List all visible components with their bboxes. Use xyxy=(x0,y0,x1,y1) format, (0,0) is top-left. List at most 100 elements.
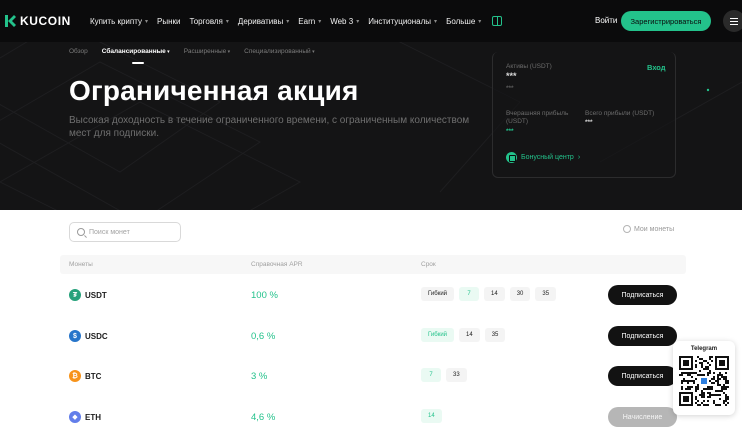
subscribe-button[interactable]: Подписаться xyxy=(608,326,677,346)
top-navigation: KUCOIN Купить крипту ▾ Рынки Торговля ▾ Дерив… xyxy=(0,0,742,42)
bonus-center-icon xyxy=(506,152,517,163)
ethereum-icon: ◆ xyxy=(69,411,81,423)
tether-icon: ₮ xyxy=(69,289,81,301)
usdc-icon: $ xyxy=(69,330,81,342)
term-chip[interactable]: Гибкий xyxy=(421,328,455,342)
coin-cell: ◆ ETH xyxy=(69,411,101,423)
term-chip[interactable]: Гибкий xyxy=(421,287,455,301)
bonus-center-link[interactable]: Бонусный центр › xyxy=(506,152,580,163)
menu-icon[interactable] xyxy=(723,10,742,32)
term-options: 14 xyxy=(421,409,447,423)
coin-name: BTC xyxy=(85,371,102,381)
nav-item-label: Купить крипту xyxy=(89,16,142,26)
coin-cell: $ USDC xyxy=(69,330,108,342)
nav-item-label: Web 3 xyxy=(330,16,354,26)
subscribe-button[interactable]: Подписаться xyxy=(608,366,677,386)
term-options: Гибкий 14 35 xyxy=(421,328,510,342)
hero-description: Высокая доходность в течение ограниченно… xyxy=(69,115,470,139)
coin-name: USDC xyxy=(85,331,108,341)
term-options: 7 33 xyxy=(421,368,472,382)
bonus-center-label: Бонусный центр xyxy=(521,154,574,161)
assets-card: Активы (USDT) *** *** Вход Вчерашняя при… xyxy=(492,52,676,178)
tab-item[interactable]: Специализированный ▾ xyxy=(244,48,314,55)
coin-search[interactable] xyxy=(69,222,181,242)
yesterday-profit-label: Вчерашняя прибыль (USDT) xyxy=(506,110,569,125)
coin-cell: ₿ BTC xyxy=(69,370,101,382)
card-login-link[interactable]: Вход xyxy=(647,63,666,72)
hero-banner: Обзор Сбалансированные ▾ Расширенные ▾ Спец… xyxy=(0,42,742,210)
chevron-down-icon: ▾ xyxy=(226,49,231,55)
table-header: Монеты Справочная APR Срок xyxy=(60,255,686,274)
nav-item[interactable]: Web 3 ▾ xyxy=(330,17,359,26)
table-row[interactable]: ₮ USDT 100 % Гибкий 7 14 30 35 Подписаться xyxy=(60,275,686,315)
apr-value: 4,6 % xyxy=(251,412,276,423)
apr-value: 100 % xyxy=(251,290,278,301)
signup-button[interactable]: Зарегистрироваться xyxy=(621,11,711,31)
yesterday-profit-value: *** xyxy=(506,128,514,135)
my-coins-toggle[interactable]: Мои монеты xyxy=(623,225,674,233)
nav-item-label: Рынки xyxy=(156,16,181,26)
search-icon xyxy=(77,228,85,236)
nav-item[interactable]: Рынки xyxy=(157,17,180,26)
tab-label: Сбалансированные xyxy=(101,48,166,55)
qr-code-icon xyxy=(679,356,729,406)
nav-item-label: Больше xyxy=(446,16,476,26)
nav-item-label: Деривативы xyxy=(237,16,284,26)
nav-item-label: Earn xyxy=(298,16,316,26)
table-row[interactable]: $ USDC 0,6 % Гибкий 14 35 Подписаться xyxy=(60,316,686,356)
category-tabs: Обзор Сбалансированные ▾ Расширенные ▾ Спец… xyxy=(69,48,329,55)
tab-item[interactable]: Сбалансированные ▾ xyxy=(102,48,170,55)
total-profit-value: *** xyxy=(585,119,593,126)
my-coins-radio[interactable] xyxy=(623,225,631,233)
coin-name: ETH xyxy=(85,412,101,422)
term-chip[interactable]: 30 xyxy=(509,287,531,301)
hero-title: Ограниченная акция xyxy=(69,75,359,106)
tab-item[interactable]: Расширенные ▾ xyxy=(184,48,230,55)
assets-sub-value: *** xyxy=(506,85,514,92)
subscribe-button[interactable]: Подписаться xyxy=(608,285,677,305)
nav-item[interactable]: Торговля ▾ xyxy=(189,17,228,26)
term-chip[interactable]: 14 xyxy=(459,328,480,342)
chevron-down-icon: ▾ xyxy=(225,18,229,25)
tab-label: Специализированный xyxy=(244,48,311,55)
nav-item[interactable]: Earn ▾ xyxy=(298,17,321,26)
coin-cell: ₮ USDT xyxy=(69,289,107,301)
term-chip[interactable]: 14 xyxy=(421,409,442,423)
brand-name: KUCOIN xyxy=(20,14,71,28)
term-chip[interactable]: 7 xyxy=(421,368,441,382)
term-chip[interactable]: 33 xyxy=(446,368,467,382)
gift-icon[interactable] xyxy=(492,16,503,26)
nav-item[interactable]: Институционалы ▾ xyxy=(368,17,437,26)
kucoin-logo[interactable]: KUCOIN xyxy=(3,14,71,28)
chevron-down-icon: ▾ xyxy=(356,18,360,25)
term-chip[interactable]: 14 xyxy=(484,287,505,301)
term-options: Гибкий 7 14 30 35 xyxy=(421,287,561,301)
nav-item-label: Торговля xyxy=(189,16,223,26)
chevron-down-icon: ▾ xyxy=(165,49,170,55)
login-link[interactable]: Войти xyxy=(595,16,617,25)
tab-item[interactable]: Обзор xyxy=(69,48,88,55)
telegram-qr-popup[interactable]: Telegram xyxy=(673,341,735,415)
nav-item[interactable]: Купить крипту ▾ xyxy=(90,17,148,26)
apr-value: 0,6 % xyxy=(251,331,276,342)
assets-label: Активы (USDT) xyxy=(506,63,552,70)
term-chip[interactable]: 35 xyxy=(484,328,506,342)
tab-label: Обзор xyxy=(69,48,88,55)
chevron-down-icon: ▾ xyxy=(286,18,290,25)
my-coins-label: Мои монеты xyxy=(634,225,675,233)
active-tab-indicator xyxy=(132,62,144,64)
header-apr: Справочная APR xyxy=(251,261,303,268)
table-row[interactable]: ◆ ETH 4,6 % 14 Начисление xyxy=(60,397,686,429)
table-row[interactable]: ₿ BTC 3 % 7 33 Подписаться xyxy=(60,356,686,396)
header-term: Срок xyxy=(421,261,436,268)
nav-item[interactable]: Деривативы ▾ xyxy=(238,17,289,26)
term-chip[interactable]: 7 xyxy=(459,287,480,301)
chevron-down-icon: ▾ xyxy=(434,18,438,25)
tab-label: Расширенные xyxy=(183,48,227,55)
term-chip[interactable]: 35 xyxy=(535,287,557,301)
search-input[interactable] xyxy=(89,228,179,236)
total-profit-label: Всего прибыли (USDT) xyxy=(585,110,655,117)
chevron-down-icon: ▾ xyxy=(318,18,322,25)
accrual-button[interactable]: Начисление xyxy=(608,407,677,427)
nav-item[interactable]: Больше ▾ xyxy=(446,17,481,26)
